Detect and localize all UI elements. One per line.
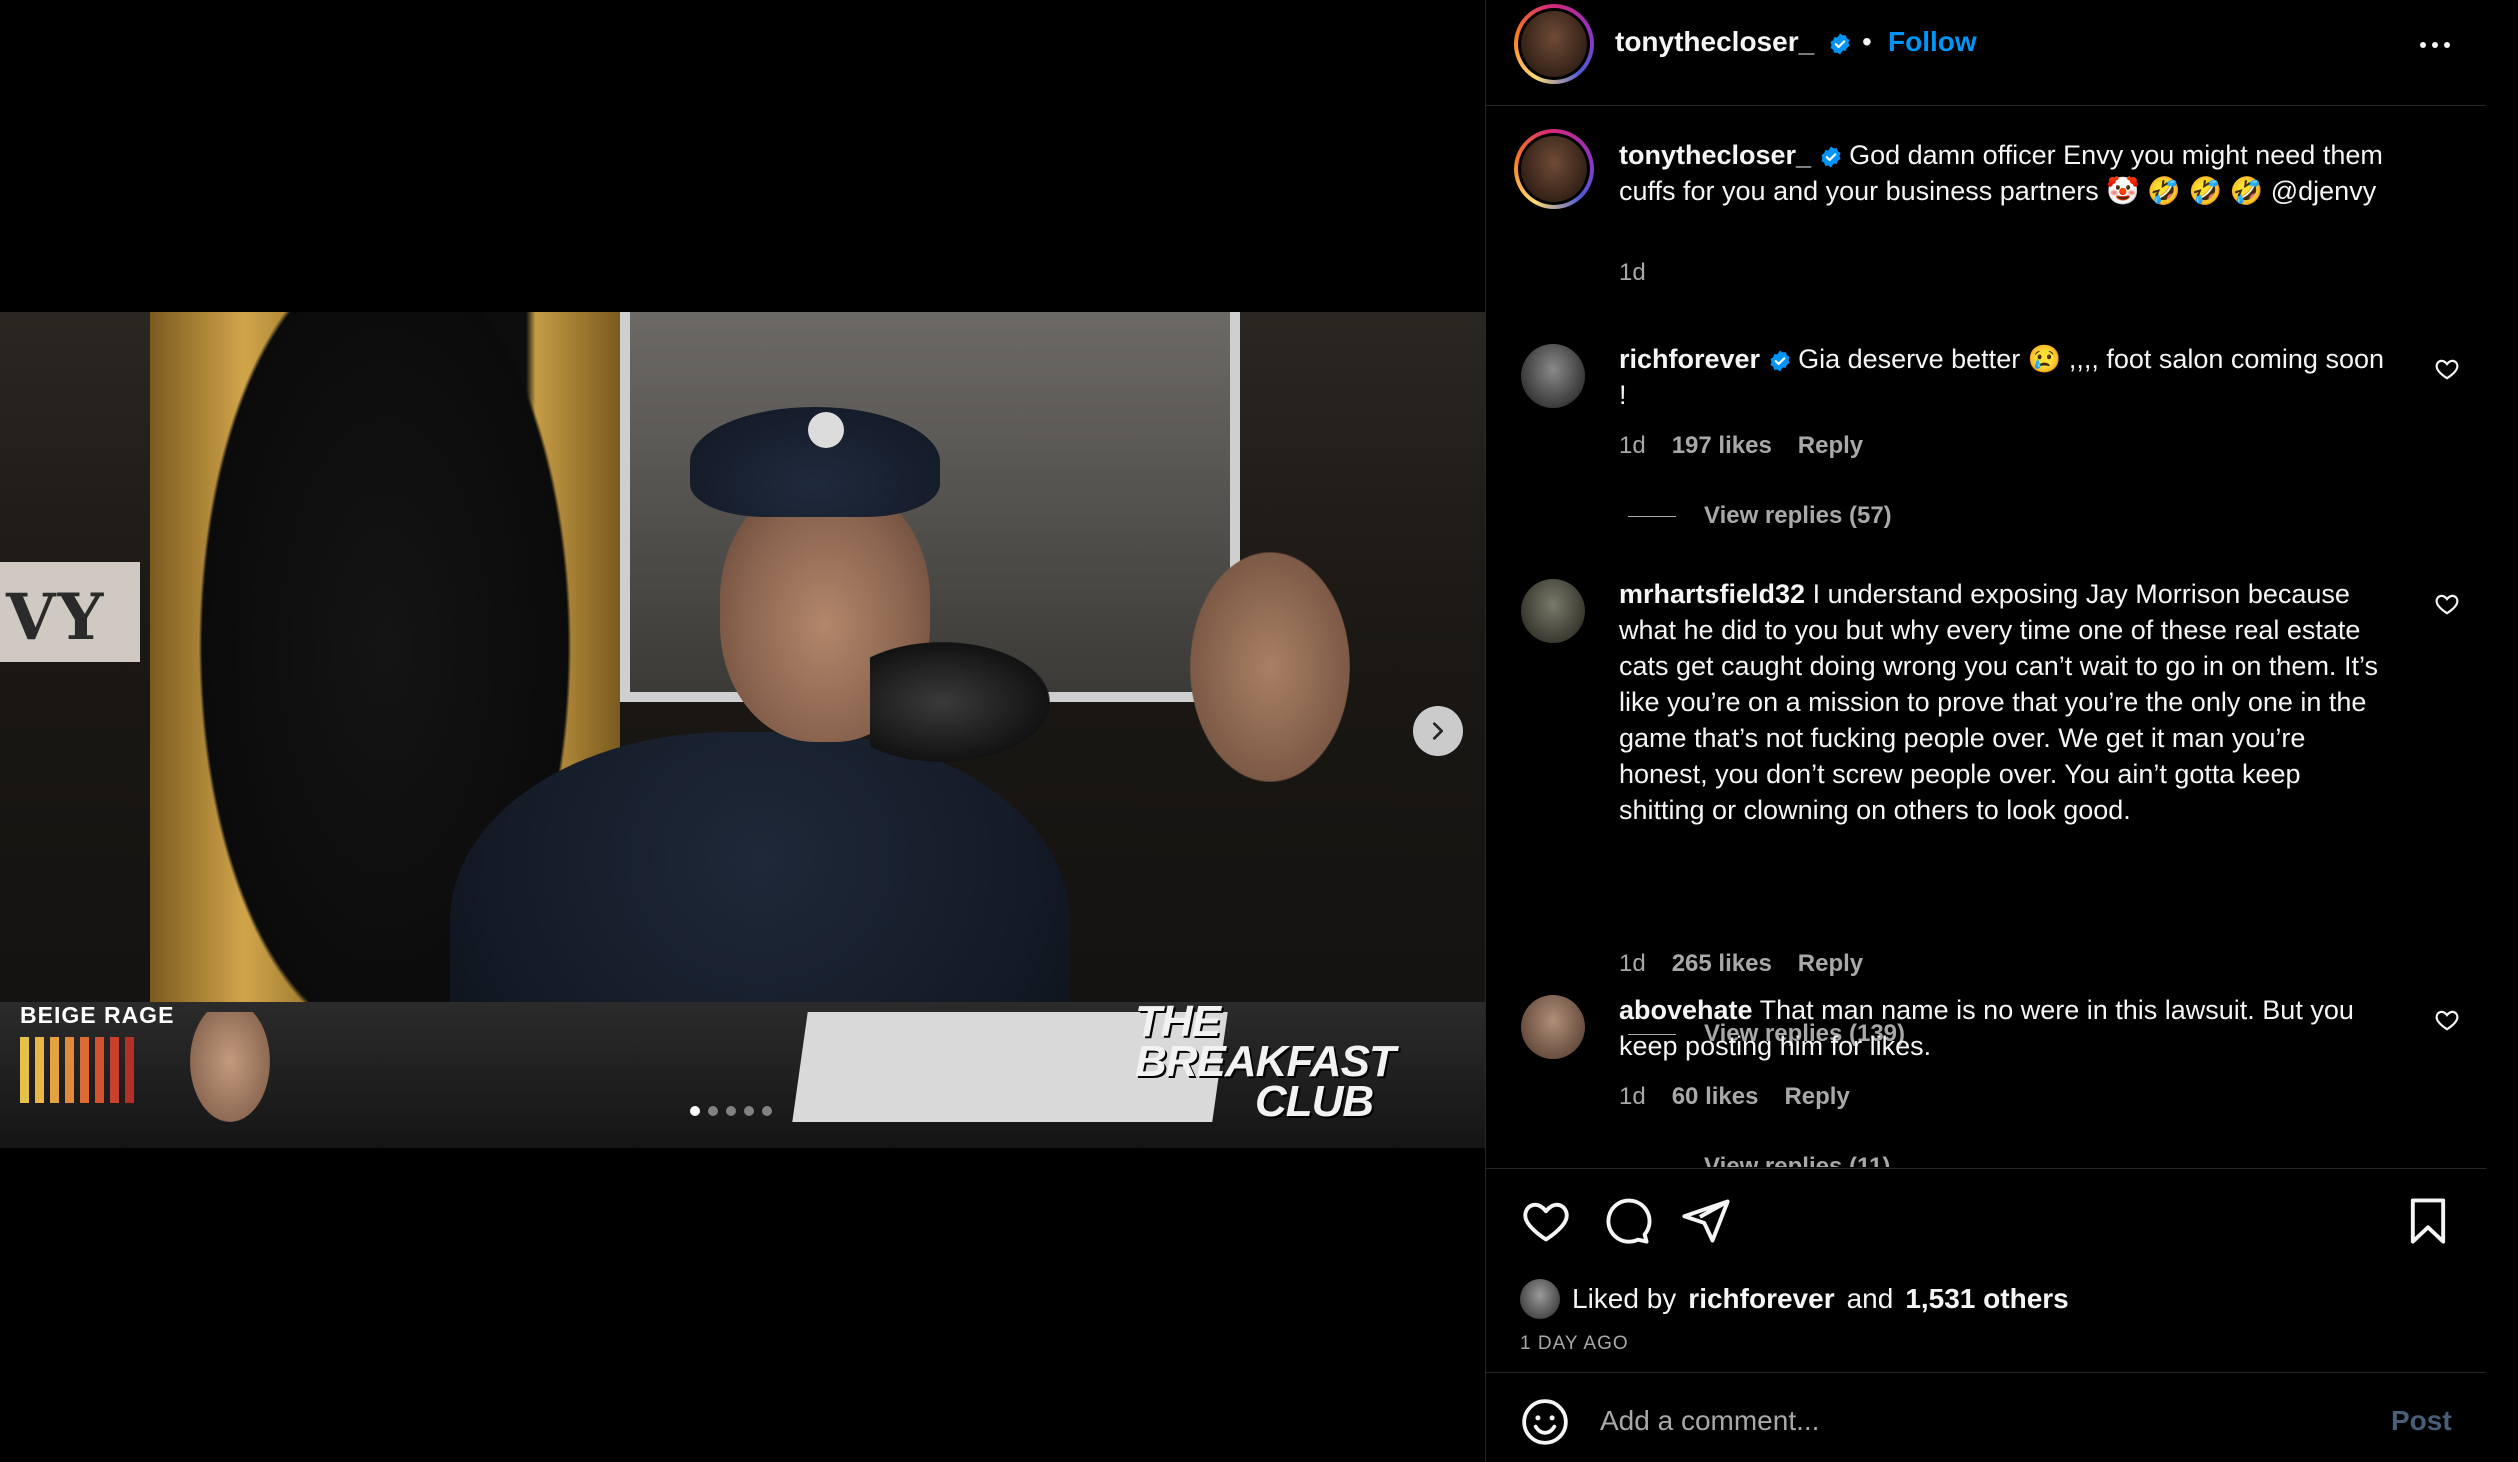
post-header: tonythecloser_ • Follow xyxy=(1486,0,2486,106)
rage-meter-bar xyxy=(20,1037,29,1103)
comment-username[interactable]: mrhartsfield32 xyxy=(1619,579,1805,609)
follow-button[interactable]: Follow xyxy=(1888,26,1977,58)
next-media-button[interactable] xyxy=(1413,706,1463,756)
reply-button[interactable]: Reply xyxy=(1784,1083,1849,1111)
media-area: VY BEIGE RAGE THE BREAKFAST CLUB xyxy=(0,0,1485,1462)
comment-time: 1d xyxy=(1619,432,1646,459)
comment-input[interactable] xyxy=(1600,1393,2300,1449)
share-send-icon[interactable] xyxy=(1680,1195,1732,1247)
replies-divider xyxy=(1628,515,1676,517)
overlay-face xyxy=(190,1012,270,1122)
caption-text: tonythecloser_ God damn officer Envy you … xyxy=(1619,137,2389,209)
bookmark-icon[interactable] xyxy=(2402,1195,2454,1247)
comment-username[interactable]: richforever xyxy=(1619,344,1760,374)
view-replies-button[interactable]: View replies (57) xyxy=(1628,502,1892,530)
rage-meter-bar xyxy=(65,1037,74,1103)
carousel-dot[interactable] xyxy=(690,1106,700,1116)
beige-rage-overlay: BEIGE RAGE xyxy=(20,1002,174,1103)
replies-divider xyxy=(1628,1166,1676,1167)
carousel-indicator xyxy=(690,1106,772,1116)
cap-badge xyxy=(808,412,844,448)
carousel-dot[interactable] xyxy=(726,1106,736,1116)
caption: tonythecloser_ God damn officer Envy you … xyxy=(1486,107,2486,297)
raised-hand xyxy=(1190,552,1350,782)
comment-meta: 1d 265 likes Reply xyxy=(1619,950,1863,978)
rage-meter-bar xyxy=(35,1037,44,1103)
logo-line-2: CLUB xyxy=(1255,1077,1374,1126)
caption-username[interactable]: tonythecloser_ xyxy=(1619,140,1811,170)
author-username-text[interactable]: tonythecloser_ xyxy=(1615,26,1814,57)
rage-meter-bar xyxy=(110,1037,119,1103)
caption-avatar[interactable] xyxy=(1514,129,1594,209)
reply-button[interactable]: Reply xyxy=(1798,950,1863,978)
verified-badge-icon xyxy=(1821,146,1841,168)
emoji-icon[interactable] xyxy=(1520,1397,1570,1447)
comment-time: 1d xyxy=(1619,950,1646,977)
verified-badge-icon xyxy=(1770,350,1790,372)
comment-text: abovehate That man name is no were in th… xyxy=(1619,992,2389,1064)
comment-avatar[interactable] xyxy=(1521,579,1585,643)
comment-like-icon[interactable] xyxy=(2434,1007,2460,1033)
comments-list[interactable]: tonythecloser_ God damn officer Envy you … xyxy=(1486,107,2486,1167)
comment-time: 1d xyxy=(1619,1083,1646,1110)
likes-summary: Liked by richforever and 1,531 others xyxy=(1520,1279,2069,1319)
comment-text: mrhartsfield32 I understand exposing Jay… xyxy=(1619,576,2389,828)
post-timestamp[interactable]: 1 DAY AGO xyxy=(1520,1333,1629,1355)
rage-meter-bar xyxy=(95,1037,104,1103)
comment-avatar[interactable] xyxy=(1521,344,1585,408)
instagram-post-view: VY BEIGE RAGE THE BREAKFAST CLUB tonythe… xyxy=(0,0,2518,1462)
view-replies-label[interactable]: View replies (57) xyxy=(1704,502,1892,530)
post-comment-button[interactable]: Post xyxy=(2391,1405,2452,1437)
caption-meta: 1d xyxy=(1619,259,1646,287)
comment-meta: 1d 60 likes Reply xyxy=(1619,1083,1850,1111)
comment-likes[interactable]: 60 likes xyxy=(1672,1083,1759,1111)
likes-user[interactable]: richforever xyxy=(1688,1283,1834,1315)
header-separator: • xyxy=(1862,26,1872,57)
comment-bubble-icon[interactable] xyxy=(1600,1195,1652,1247)
chevron-right-icon xyxy=(1432,722,1444,740)
likes-prefix: Liked by xyxy=(1572,1283,1677,1314)
post-side-panel: tonythecloser_ • Follow tonythecloser_ Go… xyxy=(1485,0,2486,1462)
comment-like-icon[interactable] xyxy=(2434,356,2460,382)
carousel-dot[interactable] xyxy=(762,1106,772,1116)
carousel-dot[interactable] xyxy=(744,1106,754,1116)
video-frame[interactable]: VY BEIGE RAGE THE BREAKFAST CLUB xyxy=(0,312,1485,1148)
view-replies-label[interactable]: View replies (11) xyxy=(1704,1153,1890,1167)
comment-body: I understand exposing Jay Morrison becau… xyxy=(1619,579,2378,825)
verified-badge-icon xyxy=(1830,33,1850,55)
comment-avatar[interactable] xyxy=(1521,995,1585,1059)
beige-rage-label: BEIGE RAGE xyxy=(20,1002,175,1028)
likes-joiner: and xyxy=(1846,1283,1894,1314)
author-username[interactable]: tonythecloser_ xyxy=(1615,26,1852,58)
add-comment-bar: Post xyxy=(1486,1372,2486,1462)
logo-line-1: THE BREAKFAST xyxy=(1135,997,1396,1086)
rage-meter-bar xyxy=(80,1037,89,1103)
rage-meter xyxy=(20,1037,174,1103)
rage-meter-bar xyxy=(125,1037,134,1103)
microphone xyxy=(870,642,1050,762)
like-heart-icon[interactable] xyxy=(1520,1195,1572,1247)
more-options-icon[interactable] xyxy=(2413,30,2457,60)
caption-time: 1d xyxy=(1619,259,1646,286)
comment-text: richforever Gia deserve better 😢 ,,,, foo… xyxy=(1619,341,2389,413)
wall-sign-text: VY xyxy=(6,580,106,655)
comment-likes[interactable]: 265 likes xyxy=(1672,950,1772,978)
breakfast-club-logo: THE BREAKFAST CLUB xyxy=(1135,1000,1485,1126)
likes-others[interactable]: 1,531 others xyxy=(1905,1283,2068,1315)
reply-button[interactable]: Reply xyxy=(1798,432,1863,460)
post-actions: Liked by richforever and 1,531 others 1 … xyxy=(1486,1168,2486,1372)
liked-by-avatar[interactable] xyxy=(1520,1279,1560,1319)
comment-meta: 1d 197 likes Reply xyxy=(1619,432,1863,460)
view-replies-button[interactable]: View replies (11) xyxy=(1628,1153,1890,1167)
rage-meter-bar xyxy=(50,1037,59,1103)
comment-like-icon[interactable] xyxy=(2434,591,2460,617)
wall-sign: VY xyxy=(0,562,140,662)
author-avatar[interactable] xyxy=(1514,4,1594,84)
comment-username[interactable]: abovehate xyxy=(1619,995,1753,1025)
comment-likes[interactable]: 197 likes xyxy=(1672,432,1772,460)
carousel-dot[interactable] xyxy=(708,1106,718,1116)
